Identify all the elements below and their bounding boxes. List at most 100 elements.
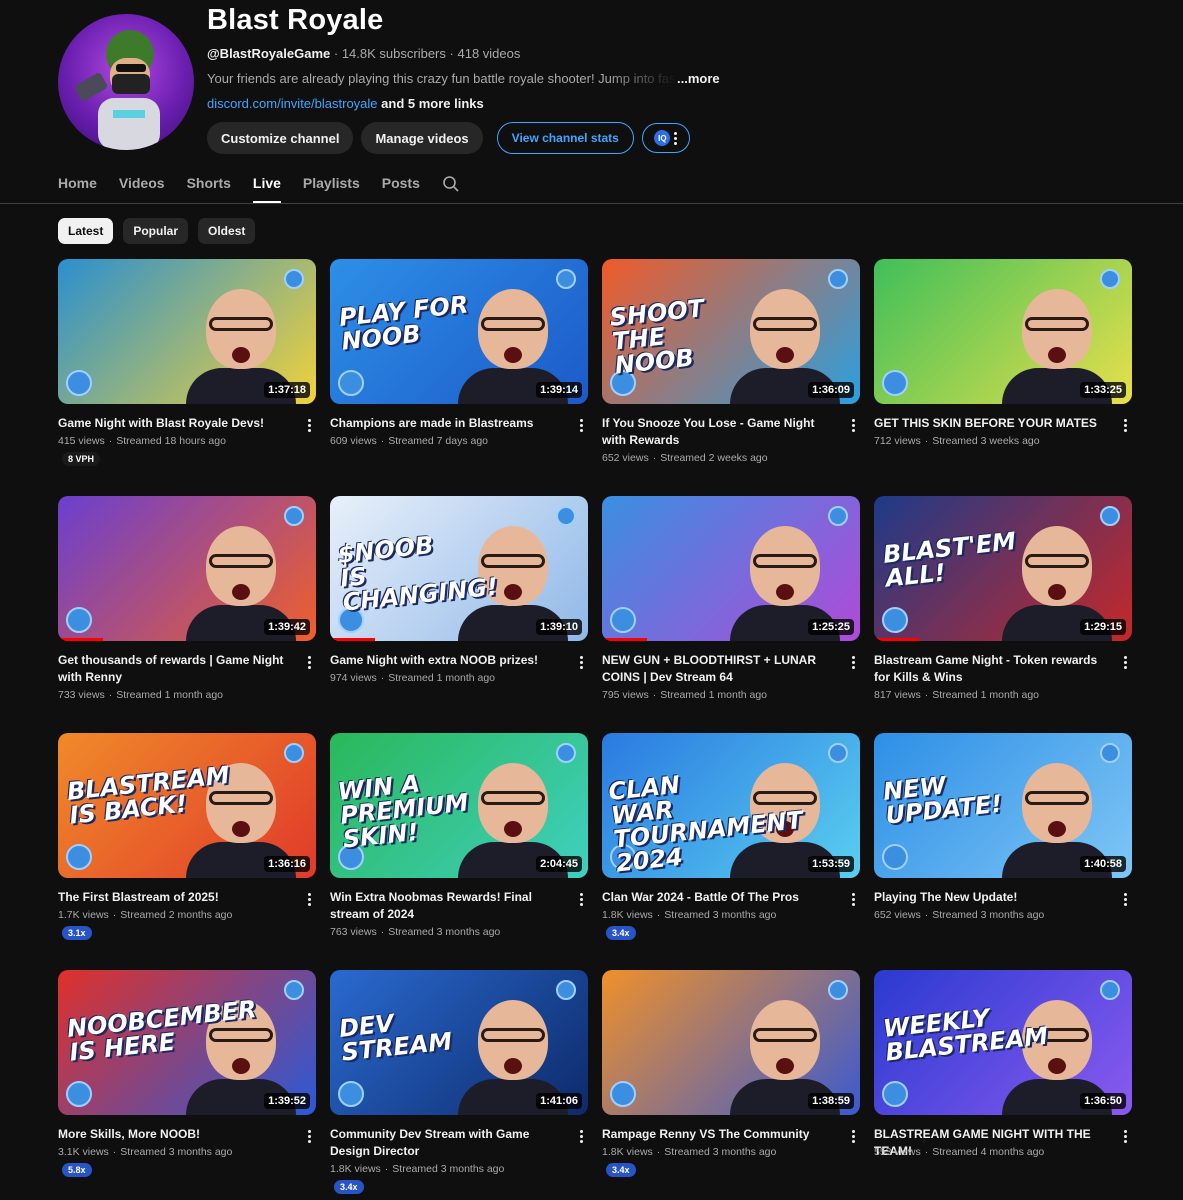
thumbnail-art	[504, 584, 522, 600]
tab-videos[interactable]: Videos	[119, 165, 165, 203]
video-thumbnail[interactable]: NOOBCEMBER IS HERE 1:39:52	[58, 970, 316, 1115]
view-count: 817 views	[874, 689, 921, 701]
video-thumbnail[interactable]: CLAN WAR TOURNAMENT 2024 1:53:59	[602, 733, 860, 878]
video-title[interactable]: Game Night with extra NOOB prizes!	[330, 652, 560, 669]
video-thumbnail[interactable]: DEV STREAM 1:41:06	[330, 970, 588, 1115]
channel-avatar[interactable]	[58, 14, 194, 150]
more-actions-icon[interactable]	[302, 891, 316, 907]
video-title[interactable]: Blastream Game Night - Token rewards for…	[874, 652, 1104, 686]
meta-separator: ·	[449, 46, 454, 61]
extension-button[interactable]: IQ	[641, 123, 690, 153]
search-icon[interactable]	[442, 175, 460, 193]
tab-live[interactable]: Live	[252, 165, 281, 203]
more-actions-icon[interactable]	[574, 891, 588, 907]
chip-latest[interactable]: Latest	[58, 218, 114, 244]
video-card[interactable]: SHOOT THE NOOB 1:36:09 If You Snooze You L…	[602, 259, 860, 489]
video-thumbnail[interactable]: 1:37:18	[58, 259, 316, 404]
more-actions-icon[interactable]	[1118, 891, 1132, 907]
thumbnail-art	[504, 1058, 522, 1074]
video-thumbnail[interactable]: SHOOT THE NOOB 1:36:09	[602, 259, 860, 404]
video-title[interactable]: More Skills, More NOOB!	[58, 1126, 288, 1143]
thumbnail-art	[209, 317, 273, 331]
video-card[interactable]: 1:38:59 Rampage Renny VS The Community 1.8…	[602, 970, 860, 1200]
video-card[interactable]: 1:39:42 Get thousands of rewards | Game N…	[58, 496, 316, 726]
video-title[interactable]: Win Extra Noobmas Rewards! Final stream …	[330, 889, 560, 923]
more-actions-icon[interactable]	[846, 417, 860, 433]
thumbnail-art	[1025, 317, 1089, 331]
more-actions-icon[interactable]	[302, 417, 316, 433]
video-thumbnail[interactable]: WEEKLY BLASTREAM 1:36:50	[874, 970, 1132, 1115]
video-card[interactable]: BLAST'EM ALL! 1:29:15 Blastream Game Night…	[874, 496, 1132, 726]
thumbnail-art	[1048, 1058, 1066, 1074]
tab-posts[interactable]: Posts	[382, 165, 420, 203]
video-title[interactable]: Game Night with Blast Royale Devs!	[58, 415, 288, 432]
stream-time: Streamed 7 days ago	[388, 435, 489, 447]
video-title[interactable]: Clan War 2024 - Battle Of The Pros	[602, 889, 832, 906]
more-actions-icon[interactable]	[302, 654, 316, 670]
video-title[interactable]: NEW GUN + BLOODTHIRST + LUNAR COINS | De…	[602, 652, 832, 686]
tab-playlists[interactable]: Playlists	[303, 165, 360, 203]
more-actions-icon[interactable]	[574, 654, 588, 670]
video-card[interactable]: NOOBCEMBER IS HERE 1:39:52 More Skills, Mo…	[58, 970, 316, 1200]
more-actions-icon[interactable]	[302, 1128, 316, 1144]
video-thumbnail[interactable]: WIN A PREMIUM SKIN! 2:04:45	[330, 733, 588, 878]
stats-separator: ·	[656, 909, 661, 921]
video-thumbnail[interactable]: $NOOB IS CHANGING! 1:39:10	[330, 496, 588, 641]
video-card[interactable]: BLASTREAM IS BACK! 1:36:16 The First Blast…	[58, 733, 316, 963]
more-actions-icon[interactable]	[846, 891, 860, 907]
video-title[interactable]: GET THIS SKIN BEFORE YOUR MATES	[874, 415, 1104, 432]
video-title[interactable]: Rampage Renny VS The Community	[602, 1126, 832, 1143]
thumbnail-art	[753, 1028, 817, 1042]
video-card[interactable]: WEEKLY BLASTREAM 1:36:50 BLASTREAM GAME NI…	[874, 970, 1132, 1200]
video-thumbnail[interactable]: 1:33:25	[874, 259, 1132, 404]
video-thumbnail[interactable]: BLASTREAM IS BACK! 1:36:16	[58, 733, 316, 878]
tab-shorts[interactable]: Shorts	[187, 165, 231, 203]
view-count: 763 views	[330, 926, 377, 938]
video-card[interactable]: PLAY FOR NOOB 1:39:14 Champions are made i…	[330, 259, 588, 489]
thumbnail-art	[481, 791, 545, 805]
video-title[interactable]: If You Snooze You Lose - Game Night with…	[602, 415, 832, 449]
video-title[interactable]: Get thousands of rewards | Game Night wi…	[58, 652, 288, 686]
more-link[interactable]: ...more	[677, 71, 720, 86]
video-card[interactable]: 1:25:25 NEW GUN + BLOODTHIRST + LUNAR COI…	[602, 496, 860, 726]
more-actions-icon[interactable]	[1118, 654, 1132, 670]
thumbnail-caption: WIN A PREMIUM SKIN!	[336, 769, 470, 854]
video-title[interactable]: The First Blastream of 2025!	[58, 889, 288, 906]
video-card[interactable]: WIN A PREMIUM SKIN! 2:04:45 Win Extra Noob…	[330, 733, 588, 963]
tab-home[interactable]: Home	[58, 165, 97, 203]
video-thumbnail[interactable]: 1:38:59	[602, 970, 860, 1115]
video-card[interactable]: 1:33:25 GET THIS SKIN BEFORE YOUR MATES 71…	[874, 259, 1132, 489]
video-thumbnail[interactable]: NEW UPDATE! 1:40:58	[874, 733, 1132, 878]
channel-handle[interactable]: @BlastRoyaleGame	[207, 46, 330, 61]
video-duration: 1:25:25	[808, 619, 854, 635]
video-title[interactable]: Community Dev Stream with Game Design Di…	[330, 1126, 560, 1160]
more-actions-icon[interactable]	[574, 1128, 588, 1144]
view-channel-stats-button[interactable]: View channel stats	[496, 122, 634, 154]
chip-oldest[interactable]: Oldest	[198, 218, 256, 244]
video-thumbnail[interactable]: BLAST'EM ALL! 1:29:15	[874, 496, 1132, 641]
channel-description[interactable]: Your friends are already playing this cr…	[207, 71, 720, 86]
video-card[interactable]: NEW UPDATE! 1:40:58 Playing The New Update…	[874, 733, 1132, 963]
video-title[interactable]: Champions are made in Blastreams	[330, 415, 560, 432]
more-actions-icon[interactable]	[846, 654, 860, 670]
more-actions-icon[interactable]	[574, 417, 588, 433]
discord-link[interactable]: discord.com/invite/blastroyale	[207, 96, 378, 111]
video-card[interactable]: 1:37:18 Game Night with Blast Royale Devs…	[58, 259, 316, 489]
view-count: 3.1K views	[58, 1146, 109, 1158]
video-title[interactable]: Playing The New Update!	[874, 889, 1104, 906]
video-thumbnail[interactable]: PLAY FOR NOOB 1:39:14	[330, 259, 588, 404]
more-actions-icon[interactable]	[846, 1128, 860, 1144]
video-card[interactable]: DEV STREAM 1:41:06 Community Dev Stream wi…	[330, 970, 588, 1200]
manage-videos-button[interactable]: Manage videos	[361, 122, 483, 154]
more-actions-icon[interactable]	[1118, 1128, 1132, 1144]
more-links[interactable]: and 5 more links	[381, 96, 484, 111]
thumbnail-art	[1025, 791, 1089, 805]
chip-popular[interactable]: Popular	[123, 218, 189, 244]
video-card[interactable]: $NOOB IS CHANGING! 1:39:10 Game Night with…	[330, 496, 588, 726]
customize-channel-button[interactable]: Customize channel	[207, 122, 354, 154]
video-card[interactable]: CLAN WAR TOURNAMENT 2024 1:53:59 Clan War …	[602, 733, 860, 963]
more-actions-icon[interactable]	[1118, 417, 1132, 433]
video-thumbnail[interactable]: 1:25:25	[602, 496, 860, 641]
video-thumbnail[interactable]: 1:39:42	[58, 496, 316, 641]
video-duration: 1:33:25	[1080, 382, 1126, 398]
